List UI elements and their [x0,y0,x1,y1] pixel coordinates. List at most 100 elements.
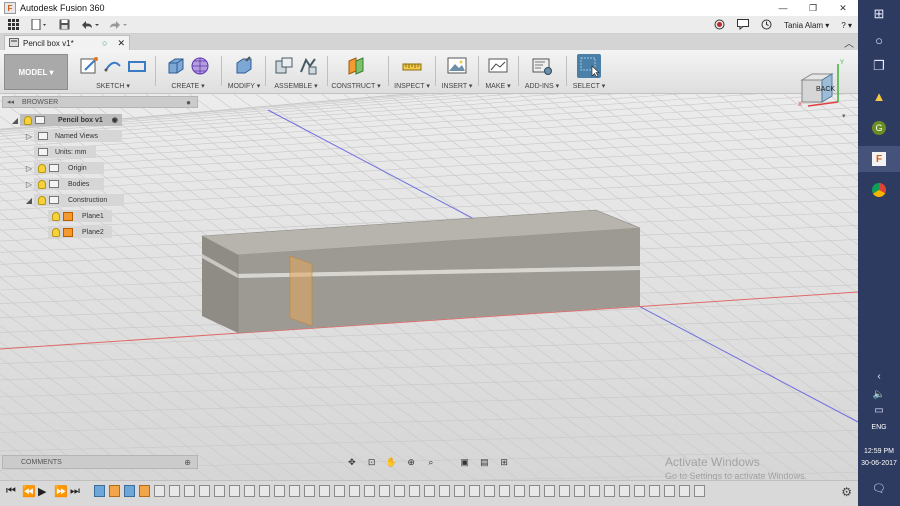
select-menu[interactable]: SELECT ▾ [573,82,606,90]
expand-icon[interactable]: ◢ [10,116,20,125]
origin-chip[interactable]: Origin [34,162,104,174]
chrome-icon[interactable] [858,178,900,202]
timeline-feature-item[interactable] [319,485,330,497]
timeline-feature-item[interactable] [289,485,300,497]
select-tool-icon[interactable] [577,54,601,78]
canvas-viewport[interactable] [0,94,858,480]
visibility-bulb-icon[interactable] [24,115,32,125]
extrude-box-icon[interactable] [166,56,186,76]
go-to-start-icon[interactable]: ⏮ [6,485,16,498]
create-menu[interactable]: CREATE ▾ [171,82,204,90]
modify-group[interactable]: MODIFY ▾ [226,54,262,92]
clock-date[interactable]: 30-06-2017 [858,460,900,467]
named-views-chip[interactable]: Named Views [34,130,122,142]
fit-zoom-icon[interactable]: ⌕ [423,455,439,469]
timeline-feature-item[interactable] [334,485,345,497]
timeline-feature-item[interactable] [229,485,240,497]
timeline-feature-item[interactable] [469,485,480,497]
timeline-feature-item[interactable] [514,485,525,497]
battery-icon[interactable]: ▭ [858,398,900,422]
assemble-menu[interactable]: ASSEMBLE ▾ [274,82,317,90]
modify-menu[interactable]: MODIFY ▾ [228,82,261,90]
add-comment-icon[interactable]: ⊕ [184,458,191,467]
expand-icon[interactable]: ▷ [24,164,34,173]
google-drive-icon[interactable]: ▲ [858,84,900,108]
timeline-feature-item[interactable] [424,485,435,497]
browser-collapse-icon[interactable]: ◂◂ [7,98,14,106]
expand-icon[interactable]: ▷ [24,180,34,189]
add-ins-group[interactable]: ADD-INS ▾ [522,54,562,92]
display-settings-icon[interactable]: ▣ [457,455,473,469]
visibility-bulb-icon[interactable] [38,179,46,189]
timeline-feature-item[interactable] [259,485,270,497]
browser-panel-header[interactable]: ◂◂ BROWSER ● [2,96,198,108]
timeline-feature-item[interactable] [409,485,420,497]
construct-group[interactable]: CONSTRUCT ▾ [330,54,382,92]
browser-item-plane2[interactable]: Plane2 [48,226,112,238]
sketch-menu[interactable]: SKETCH ▾ [96,82,130,90]
undo-icon[interactable] [76,16,104,34]
3d-print-icon[interactable] [488,56,508,76]
comments-icon[interactable] [736,18,749,32]
browser-item-bodies[interactable]: ▷ Bodies [24,178,104,190]
redo-icon[interactable] [104,16,132,34]
step-forward-icon[interactable]: ⏩ [54,485,68,498]
root-node-chip[interactable]: Pencil box v1 ◉ [20,114,122,126]
select-group[interactable]: SELECT ▾ [570,54,608,92]
plane2-chip[interactable]: Plane2 [48,226,112,238]
close-button[interactable]: ✕ [828,0,858,16]
create-sketch-icon[interactable] [79,56,99,76]
sketch-rectangle-icon[interactable] [127,56,147,76]
timeline-feature-item[interactable] [439,485,450,497]
go-to-end-icon[interactable]: ⏭ [70,485,80,498]
viewcube[interactable]: BACK X Y [796,60,848,112]
viewport-scene[interactable] [0,94,858,480]
insert-group[interactable]: INSERT ▾ [439,54,475,92]
document-tab[interactable]: Pencil box v1* ○ ✕ [4,35,130,50]
timeline-feature-item[interactable] [169,485,180,497]
timeline-feature-item[interactable] [154,485,165,497]
minimize-button[interactable]: — [768,0,798,16]
timeline-feature-item[interactable] [529,485,540,497]
cortana-search-icon[interactable]: ○ [858,28,900,52]
new-component-icon[interactable] [274,56,294,76]
timeline-feature-item[interactable] [604,485,615,497]
timeline-feature-item[interactable] [589,485,600,497]
activate-radio-icon[interactable]: ◉ [112,116,118,124]
bodies-chip[interactable]: Bodies [34,178,104,190]
expand-icon[interactable]: ▷ [24,132,34,141]
timeline-feature-item[interactable] [139,485,150,497]
fusion-360-taskbar-icon[interactable]: F [858,146,900,172]
language-indicator[interactable]: ENG [858,424,900,431]
timeline-feature-item[interactable] [559,485,570,497]
timeline-feature-item[interactable] [124,485,135,497]
timeline-feature-item[interactable] [349,485,360,497]
create-form-icon[interactable] [190,56,210,76]
insert-image-icon[interactable] [447,56,467,76]
measure-icon[interactable] [402,56,422,76]
scripts-addins-icon[interactable] [532,56,552,76]
maximize-button[interactable]: ❐ [798,0,828,16]
workspace-switcher-button[interactable]: MODEL ▾ [4,54,68,90]
timeline-settings-gear-icon[interactable]: ⚙ [841,485,852,499]
timeline-feature-item[interactable] [664,485,675,497]
timeline-feature-item[interactable] [499,485,510,497]
timeline-feature-item[interactable] [274,485,285,497]
timeline-feature-item[interactable] [94,485,105,497]
timeline-feature-item[interactable] [199,485,210,497]
inspect-group[interactable]: INSPECT ▾ [392,54,432,92]
construct-menu[interactable]: CONSTRUCT ▾ [331,82,380,90]
timeline-feature-item[interactable] [109,485,120,497]
press-pull-icon[interactable] [234,56,254,76]
record-icon[interactable] [714,19,725,32]
timeline-feature-item[interactable] [619,485,630,497]
comments-panel-header[interactable]: COMMENTS ⊕ [2,455,198,469]
task-view-icon[interactable]: ❐ [858,54,900,78]
tab-bar-collapse-icon[interactable]: ︿ [844,35,854,50]
construction-chip[interactable]: Construction [34,194,124,206]
make-group[interactable]: MAKE ▾ [482,54,514,92]
sketch-group[interactable]: SKETCH ▾ [76,54,150,92]
timeline-feature-item[interactable] [634,485,645,497]
timeline-feature-item[interactable] [394,485,405,497]
help-menu[interactable]: ? ▾ [841,21,852,30]
